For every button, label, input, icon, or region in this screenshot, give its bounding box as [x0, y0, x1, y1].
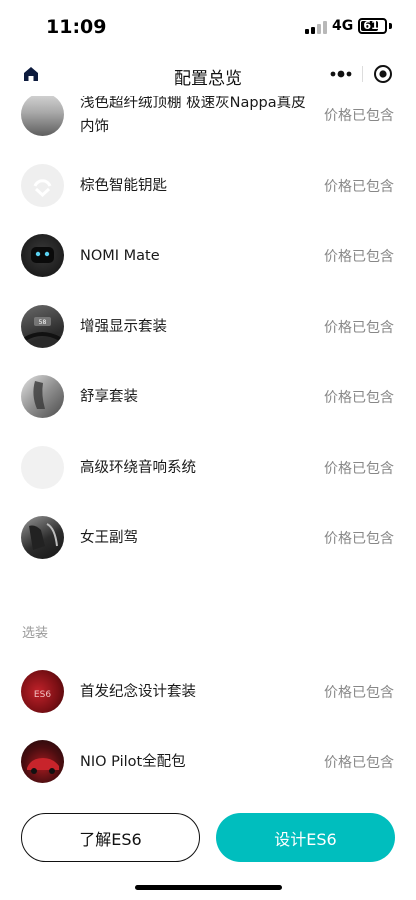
item-name: 增强显示套装	[80, 318, 167, 335]
item-thumbnail	[21, 445, 64, 489]
list-item: 58 增强显示套装 价格已包含	[0, 292, 416, 363]
nav-bar: 配置总览	[0, 52, 416, 96]
battery-level: 61	[363, 19, 379, 32]
signal-icon	[305, 21, 327, 34]
list-item: 女王副驾 价格已包含	[0, 503, 416, 574]
item-thumbnail	[21, 234, 64, 277]
item-thumbnail	[21, 96, 64, 136]
item-name: 舒享套装	[80, 389, 138, 406]
battery-cap	[389, 23, 392, 29]
item-thumbnail	[21, 740, 64, 783]
hud-speed: 58	[39, 319, 47, 326]
list-item: NOMI Mate 价格已包含	[0, 221, 416, 292]
item-thumbnail: ES6	[21, 669, 64, 713]
config-list: 浅色超纤绒顶棚 极速灰Nappa真皮内饰 价格已包含 棕色智能钥匙 价格已包含	[0, 96, 416, 798]
item-thumbnail	[21, 516, 64, 559]
mini-program-capsule	[318, 58, 406, 90]
home-indicator[interactable]	[135, 885, 282, 890]
list-item: 高级环绕音响系统 价格已包含	[0, 433, 416, 504]
item-price: 价格已包含	[324, 390, 394, 407]
nio-logo-icon	[33, 178, 52, 197]
list-item: 浅色超纤绒顶棚 极速灰Nappa真皮内饰 价格已包含	[0, 96, 416, 151]
item-name: 首发纪念设计套装	[80, 683, 196, 700]
status-time: 11:09	[46, 16, 107, 38]
item-thumbnail	[21, 163, 64, 207]
capsule-divider	[362, 66, 363, 82]
seat-icon	[33, 381, 45, 409]
item-price: 价格已包含	[324, 531, 394, 548]
bottom-action-bar: 了解ES6 设计ES6	[0, 801, 416, 900]
seat-icon	[29, 523, 58, 550]
config-list-scroll[interactable]: 浅色超纤绒顶棚 极速灰Nappa真皮内饰 价格已包含 棕色智能钥匙 价格已包含	[0, 96, 416, 801]
list-item: 舒享套装 价格已包含	[0, 362, 416, 433]
nomi-face-icon	[31, 247, 54, 263]
item-price: 价格已包含	[324, 684, 394, 701]
item-name: NOMI Mate	[80, 248, 160, 265]
item-name: 浅色超纤绒顶棚 极速灰Nappa真皮内饰	[80, 96, 306, 136]
item-price: 价格已包含	[324, 178, 394, 195]
list-item: ES6 首发纪念设计套装 价格已包含	[0, 657, 416, 728]
battery-icon: 61	[358, 18, 387, 34]
item-name: 高级环绕音响系统	[80, 459, 196, 476]
item-price: 价格已包含	[324, 755, 394, 772]
item-thumbnail	[21, 375, 64, 418]
es6-badge-icon: ES6	[34, 690, 51, 700]
close-mini-program-icon[interactable]	[373, 64, 393, 84]
item-name: 女王副驾	[80, 530, 138, 547]
network-label: 4G	[332, 18, 354, 34]
item-price: 价格已包含	[324, 249, 394, 266]
item-price: 价格已包含	[324, 460, 394, 477]
status-bar: 11:09 4G 61	[0, 0, 416, 52]
item-thumbnail: 58	[21, 304, 64, 348]
design-es6-button[interactable]: 设计ES6	[216, 813, 395, 862]
item-price: 价格已包含	[324, 108, 394, 125]
learn-es6-button[interactable]: 了解ES6	[21, 813, 200, 862]
item-name: NIO Pilot全配包	[80, 754, 186, 771]
item-name: 棕色智能钥匙	[80, 177, 167, 194]
edition-badge-text: ES6	[34, 690, 51, 700]
car-icon	[27, 758, 59, 774]
hud-display-icon: 58	[23, 316, 61, 341]
item-price: 价格已包含	[324, 319, 394, 336]
section-label-optional: 选装	[22, 625, 49, 641]
list-item: 棕色智能钥匙 价格已包含	[0, 151, 416, 222]
list-item: NIO Pilot全配包 价格已包含	[0, 727, 416, 798]
more-icon[interactable]	[328, 66, 354, 82]
